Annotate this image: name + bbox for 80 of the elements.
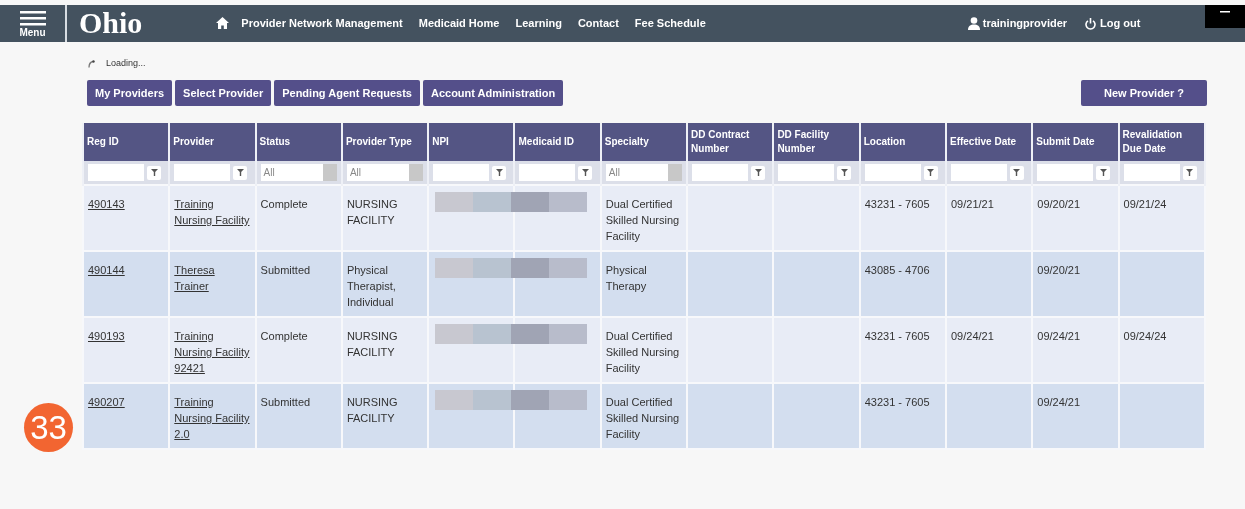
table-cell: NURSING FACILITY xyxy=(346,330,398,358)
filter-field[interactable] xyxy=(692,164,749,181)
minimize-button[interactable] xyxy=(1205,5,1245,28)
filter-dropdown[interactable]: All xyxy=(346,164,424,181)
filter-field[interactable] xyxy=(174,164,231,181)
filter-button[interactable] xyxy=(492,165,507,180)
table-cell: Submitted xyxy=(260,264,311,276)
table-cell: 09/21/21 xyxy=(950,198,994,210)
filter-icon xyxy=(582,169,589,176)
filter-button[interactable] xyxy=(1009,165,1024,180)
table-cell: 09/24/21 xyxy=(1037,330,1081,342)
filter-button[interactable] xyxy=(923,165,938,180)
filter-icon xyxy=(236,169,244,176)
table-cell: 43085 - 4706 xyxy=(864,264,930,276)
username-link[interactable]: trainingprovider xyxy=(982,15,1068,32)
menu-icon xyxy=(19,9,46,26)
table-cell: 43231 - 7605 xyxy=(864,396,930,408)
table-cell: 09/24/24 xyxy=(1123,330,1167,342)
user-icon xyxy=(967,17,980,30)
table-cell: 09/24/21 xyxy=(950,330,994,342)
nav-link[interactable]: Medicaid Home xyxy=(418,15,500,32)
filter-field[interactable] xyxy=(950,164,1007,181)
table-cell: Submitted xyxy=(260,396,311,408)
filter-field[interactable] xyxy=(433,164,490,181)
filter-icon xyxy=(150,169,158,176)
nav-link[interactable]: Provider Network Management xyxy=(241,15,403,32)
table-cell: 09/20/21 xyxy=(1037,264,1081,276)
filter-icon xyxy=(840,169,848,176)
filter-field[interactable] xyxy=(519,164,576,181)
filter-button[interactable] xyxy=(1096,165,1111,180)
table-cell: Complete xyxy=(260,330,308,342)
nav-link[interactable]: Learning xyxy=(515,15,562,32)
filter-dropdown[interactable]: All xyxy=(260,164,337,181)
table-cell: 09/20/21 xyxy=(1037,198,1081,210)
spinner-icon xyxy=(88,60,95,68)
tab-button[interactable]: Select Provider xyxy=(175,80,272,106)
nav-link[interactable]: Fee Schedule xyxy=(634,15,706,32)
table-cell: Complete xyxy=(260,198,308,210)
filter-icon xyxy=(1186,169,1194,176)
menu-button[interactable]: Menu xyxy=(0,5,67,42)
table-cell: Physical Therapy xyxy=(605,264,647,292)
table-cell: Dual Certified Skilled Nursing Facility xyxy=(605,330,680,374)
home-icon[interactable] xyxy=(216,17,230,29)
filter-field[interactable] xyxy=(778,164,835,181)
step-badge: 33 xyxy=(24,403,73,452)
filter-button[interactable] xyxy=(147,165,161,180)
table-cell: 09/21/24 xyxy=(1123,198,1167,210)
minimize-icon xyxy=(1220,11,1230,13)
filter-icon xyxy=(495,169,503,176)
table-cell: NURSING FACILITY xyxy=(346,396,398,424)
nav-link[interactable]: Contact xyxy=(577,15,619,32)
tab-button[interactable]: Account Administration xyxy=(422,80,564,106)
filter-button[interactable] xyxy=(1182,165,1197,180)
power-icon xyxy=(1085,17,1097,30)
table-cell: 43231 - 7605 xyxy=(864,330,930,342)
tab-button[interactable]: My Providers xyxy=(87,80,173,106)
new-provider-button[interactable]: New Provider ? xyxy=(1081,80,1207,106)
filter-field[interactable] xyxy=(88,164,144,181)
table-cell: Dual Certified Skilled Nursing Facility xyxy=(605,396,680,440)
filter-field[interactable] xyxy=(1123,164,1180,181)
table-cell: 09/24/21 xyxy=(1037,396,1081,408)
filter-icon xyxy=(1099,169,1107,176)
filter-icon xyxy=(1013,169,1021,176)
filter-field[interactable] xyxy=(864,164,921,181)
tab-button[interactable]: Pending Agent Requests xyxy=(274,80,420,106)
filter-icon xyxy=(927,169,935,176)
logout-link[interactable]: Log out xyxy=(1085,15,1141,32)
filter-button[interactable] xyxy=(233,165,248,180)
filter-dropdown[interactable]: All xyxy=(605,164,683,181)
filter-button[interactable] xyxy=(578,165,593,180)
loading-text: Loading... xyxy=(106,57,146,71)
filter-field[interactable] xyxy=(1037,164,1094,181)
filter-button[interactable] xyxy=(837,165,852,180)
filter-button[interactable] xyxy=(751,165,766,180)
table-cell: Dual Certified Skilled Nursing Facility xyxy=(605,198,680,242)
table-cell: Physical Therapist, Individual xyxy=(346,264,396,308)
table-cell: NURSING FACILITY xyxy=(346,198,398,226)
ohio-logo[interactable]: Ohio xyxy=(79,6,143,42)
filter-icon xyxy=(754,169,762,176)
table-cell: 43231 - 7605 xyxy=(864,198,930,210)
